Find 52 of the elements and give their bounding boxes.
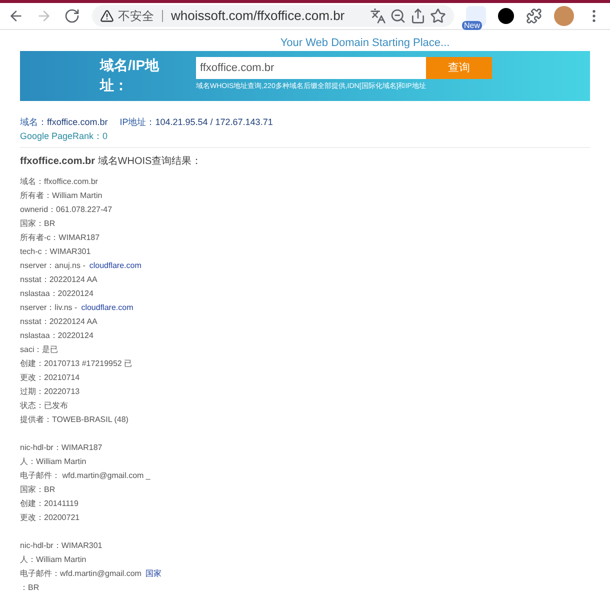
whois-line: ：BR bbox=[20, 582, 40, 594]
whois-line: 国家：BR bbox=[20, 484, 56, 496]
whois-line: 电子邮件： wfd.martin@gmail.com _ bbox=[20, 470, 152, 482]
whois-line: saci：是已 bbox=[20, 344, 60, 356]
share-icon[interactable] bbox=[410, 8, 426, 24]
whois-line: 人：William Martin bbox=[20, 456, 88, 468]
puzzle-icon[interactable] bbox=[526, 8, 542, 24]
back-icon[interactable] bbox=[8, 8, 24, 24]
whois-line: nslastaa：20220124 bbox=[20, 330, 94, 342]
search-field[interactable]: ffxoffice.com.br bbox=[196, 57, 426, 79]
url-text: whoissoft.com/ffxoffice.com.br bbox=[171, 7, 345, 26]
whois-line: 状态：已发布 bbox=[20, 400, 69, 412]
whois-line: nserver：liv.ns - cloudflare.com bbox=[20, 302, 134, 314]
whois-link[interactable]: cloudflare.com bbox=[81, 303, 134, 312]
address-bar[interactable]: 不安全 whoissoft.com/ffxoffice.com.br bbox=[92, 5, 454, 27]
result-title: ffxoffice.com.br 域名WHOIS查询结果： bbox=[20, 154, 203, 169]
whois-line: nsstat：20220124 AA bbox=[20, 274, 98, 286]
star-icon[interactable] bbox=[430, 8, 446, 24]
whois-line: nic-hdl-br：WIMAR301 bbox=[20, 540, 104, 552]
whois-line: 所有者：William Martin bbox=[20, 190, 104, 202]
new-badge: New bbox=[462, 21, 482, 30]
translate-icon[interactable] bbox=[370, 8, 386, 24]
whois-line: 更改：20210714 bbox=[20, 372, 81, 384]
whois-line: 过期：20220713 bbox=[20, 386, 81, 398]
whois-link[interactable]: cloudflare.com bbox=[89, 261, 142, 270]
warning-icon bbox=[100, 9, 114, 23]
tagline: Your Web Domain Starting Place... bbox=[280, 37, 450, 49]
whois-line: nslastaa：20220124 bbox=[20, 288, 94, 300]
whois-line: nsstat：20220124 AA bbox=[20, 316, 98, 328]
extension-icon[interactable] bbox=[498, 8, 514, 24]
whois-line: 所有者-c：WIMAR187 bbox=[20, 232, 101, 244]
zoom-icon[interactable] bbox=[390, 8, 406, 24]
whois-line: 人：William Martin bbox=[20, 554, 88, 566]
pagerank-text: Google PageRank：0 bbox=[20, 130, 109, 143]
summary-text: IP地址：104.21.95.54 / 172.67.143.71 bbox=[120, 116, 273, 129]
whois-line: tech-c：WIMAR301 bbox=[20, 246, 92, 258]
whois-link[interactable]: 国家 bbox=[145, 569, 162, 578]
whois-line: 域名：ffxoffice.com.br bbox=[20, 176, 99, 188]
security-label: 不安全 bbox=[118, 8, 154, 25]
avatar-icon[interactable] bbox=[554, 6, 574, 26]
whois-line: 创建：20141119 bbox=[20, 498, 80, 510]
search-label: 域名/IP地址： bbox=[100, 56, 160, 95]
whois-line: 国家：BR bbox=[20, 218, 56, 230]
whois-line: 创建：20170713 #17219952 已 bbox=[20, 358, 134, 370]
whois-line: 电子邮件：wfd.martin@gmail.com 国家 bbox=[20, 568, 162, 580]
whois-line: nserver：anuj.ns - cloudflare.com bbox=[20, 260, 142, 272]
whois-line: nic-hdl-br：WIMAR187 bbox=[20, 442, 104, 454]
whois-line: 提供者：TOWEB-BRASIL (48) bbox=[20, 414, 130, 426]
summary-text: 域名：ffxoffice.com.br bbox=[20, 116, 108, 129]
whois-line: ownerid：061.078.227-47 bbox=[20, 204, 114, 216]
reload-icon[interactable] bbox=[64, 8, 80, 24]
whois-line: 更改：20200721 bbox=[20, 512, 81, 524]
